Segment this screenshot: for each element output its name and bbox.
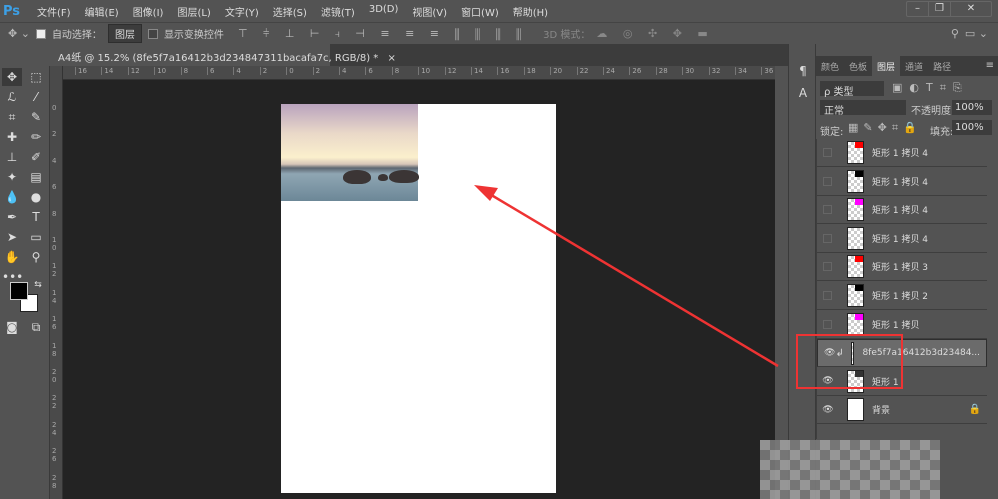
panel-tab[interactable]: 色板 [844, 56, 872, 76]
panel-menu-icon[interactable]: ≡ [982, 56, 998, 76]
collapsed-panel-strip: ¶ A [788, 44, 816, 499]
layers-list: 矩形 1 拷贝 4 矩形 1 拷贝 4 矩形 1 拷贝 4 矩形 1 拷贝 4 矩形 1… [816, 139, 987, 439]
opacity-input[interactable]: 100% [952, 100, 992, 115]
filter-icons[interactable]: ▣◐T⌗⎘ [892, 81, 969, 95]
layer-thumbnail [847, 226, 864, 250]
fill-label: 填充: [930, 127, 954, 138]
visibility-toggle[interactable] [823, 319, 832, 329]
pixelated-watermark [760, 440, 940, 499]
layers-panel: 颜色 色板 图层 通道 路径 ≡ ρ 类型 ▣◐T⌗⎘ 正常 不透明度: 100% 锁定:… [816, 44, 998, 499]
layer-row[interactable]: 矩形 1 拷贝 4 [817, 168, 987, 196]
visibility-toggle[interactable] [823, 262, 832, 272]
lock-label: 锁定: [820, 127, 844, 138]
panel-tab[interactable]: 通道 [900, 56, 928, 76]
layer-name: 矩形 1 拷贝 2 [872, 292, 929, 302]
blend-mode-dropdown[interactable]: 正常 [820, 100, 906, 117]
layer-thumbnail [847, 141, 864, 164]
layer-row[interactable]: 👁 背景 🔒 [817, 396, 987, 425]
fill-input[interactable]: 100% [952, 120, 992, 135]
visibility-toggle[interactable] [823, 176, 832, 186]
layer-row[interactable]: 矩形 1 拷贝 3 [817, 253, 987, 282]
visibility-toggle[interactable] [823, 291, 832, 300]
visibility-toggle[interactable] [823, 205, 832, 215]
panel-tabs: 颜色 色板 图层 通道 路径 ≡ [816, 56, 998, 76]
layer-row[interactable]: 矩形 1 拷贝 4 [817, 225, 987, 253]
layer-thumbnail [847, 398, 864, 422]
layer-filter-dropdown[interactable]: ρ 类型 [820, 81, 884, 98]
panel-tab[interactable]: 图层 [872, 56, 901, 76]
layer-thumbnail [847, 255, 864, 279]
layer-thumbnail [847, 198, 864, 222]
annotation-highlight-box [796, 334, 903, 389]
layer-name: 矩形 1 拷贝 3 [872, 263, 929, 274]
eye-icon[interactable]: 👁 [817, 405, 839, 415]
lock-icon: 🔒 [968, 404, 981, 416]
lock-icons[interactable]: ▦✎✥⌗🔒 [848, 121, 922, 135]
layer-row[interactable]: 矩形 1 拷贝 4 [817, 139, 987, 167]
layer-row[interactable]: 矩形 1 拷贝 2 [817, 282, 987, 310]
panel-tab[interactable]: 颜色 [816, 56, 844, 76]
layer-thumbnail [847, 312, 864, 336]
visibility-toggle[interactable] [823, 148, 832, 157]
layer-name: 矩形 1 拷贝 4 [872, 177, 929, 188]
layer-thumbnail [847, 169, 864, 193]
layer-thumbnail [847, 284, 864, 307]
layer-name: 矩形 1 拷贝 4 [872, 149, 929, 159]
panel-tab[interactable]: 路径 [928, 56, 956, 76]
layer-name: 矩形 1 拷贝 4 [872, 206, 929, 217]
paragraph-icon[interactable]: ¶ [793, 62, 813, 80]
visibility-toggle[interactable] [823, 233, 832, 243]
layer-name: 矩形 1 拷贝 4 [872, 234, 929, 245]
layer-row[interactable]: 矩形 1 拷贝 4 [817, 196, 987, 225]
opacity-label: 不透明度: [911, 106, 955, 117]
layer-name: 矩形 1 拷贝 [872, 320, 920, 331]
layer-name: 背景 [872, 406, 891, 417]
character-icon[interactable]: A [793, 84, 813, 102]
